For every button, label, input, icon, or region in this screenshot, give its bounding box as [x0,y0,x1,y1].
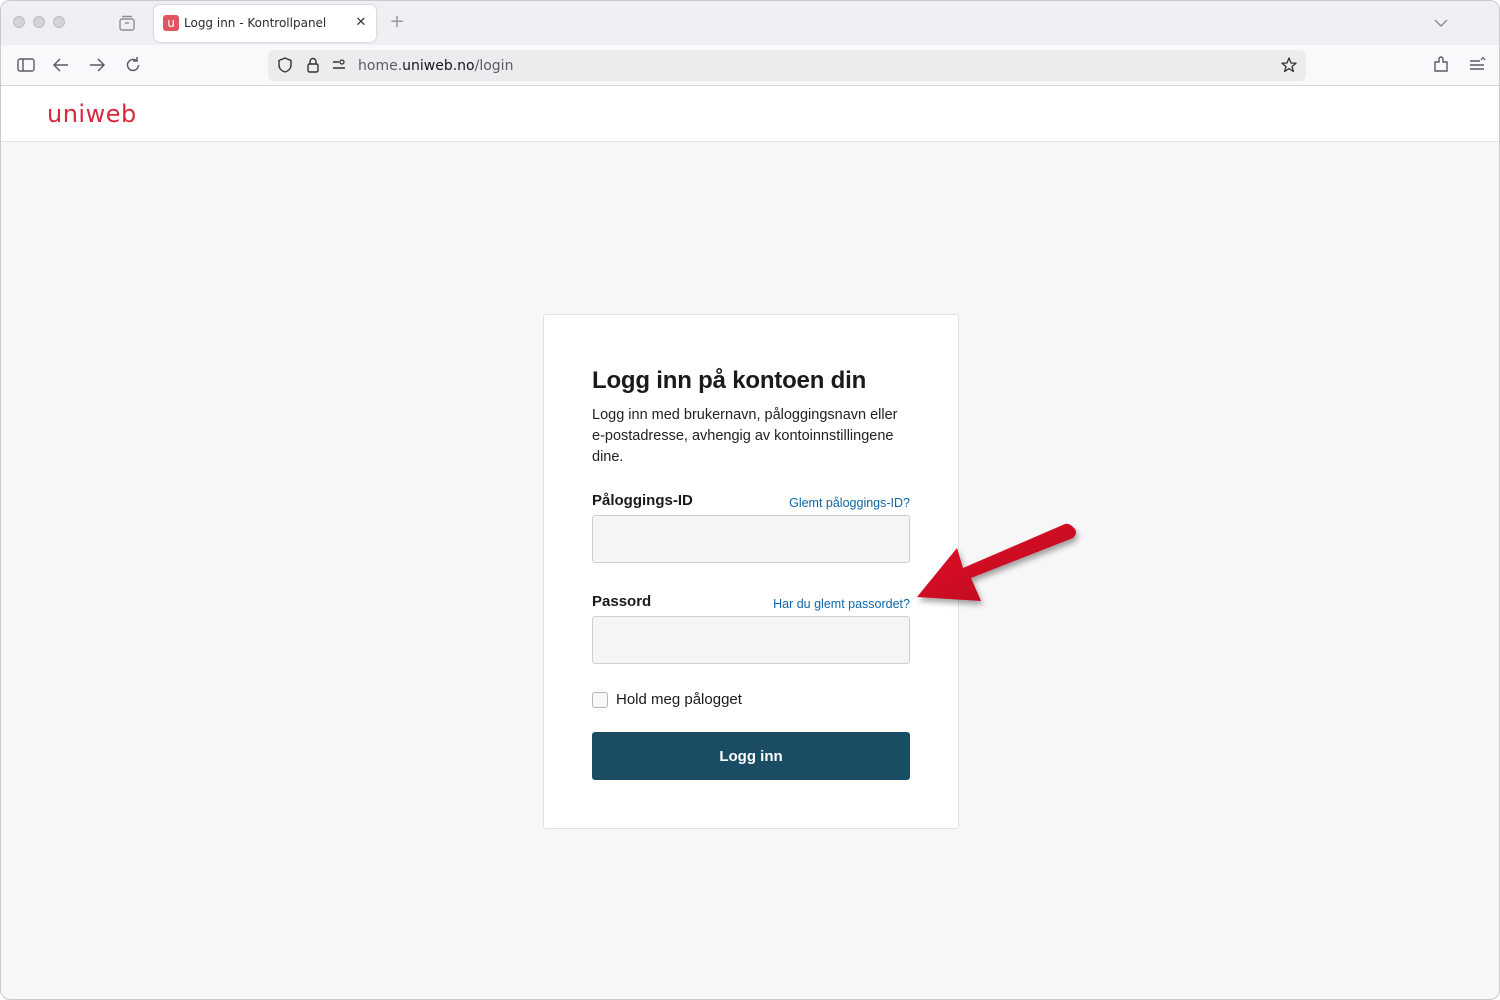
active-tab[interactable]: u Logg inn - Kontrollpanel ✕ [154,5,376,42]
bookmark-star-icon[interactable] [1280,56,1298,74]
zoom-window-button[interactable] [53,16,65,28]
remember-me-checkbox[interactable] [592,692,608,708]
shield-icon[interactable] [276,56,294,74]
uniweb-logo[interactable]: uniweb [47,100,167,128]
extensions-icon[interactable] [1430,54,1452,76]
url-text[interactable]: home.uniweb.no/login [358,58,513,74]
username-label: Påloggings-ID [592,492,693,509]
page-permissions-icon[interactable] [330,56,348,74]
address-bar[interactable]: home.uniweb.no/login [268,50,1306,81]
forgot-password-link[interactable]: Har du glemt passordet? [773,597,910,611]
new-tab-button[interactable]: + [387,12,407,32]
login-intro-text: Logg inn med brukernavn, påloggingsnavn … [592,407,898,465]
reload-icon[interactable] [122,54,144,76]
login-title: Logg inn på kontoen din [592,367,867,394]
password-label: Passord [592,593,652,610]
tab-groups-icon[interactable] [117,13,137,33]
url-prefix: home. [358,58,403,74]
login-button[interactable]: Logg inn [592,732,910,780]
remember-me-label[interactable]: Hold meg pålogget [616,691,742,708]
sidebar-toggle-icon[interactable] [15,54,37,76]
site-header: uniweb [1,86,1499,142]
login-card: Logg inn på kontoen din Logg inn med bru… [543,314,959,829]
tab-title: Logg inn - Kontrollpanel [184,16,327,30]
forward-arrow-icon[interactable] [86,54,108,76]
uniweb-favicon-icon: u [163,15,179,31]
lock-icon[interactable] [304,56,322,74]
logo-text: uniweb [47,100,137,128]
url-path: /login [474,58,514,74]
close-window-button[interactable] [13,16,25,28]
app-menu-icon[interactable] [1466,54,1488,76]
annotation-arrow [917,523,1076,601]
url-host: uniweb.no [402,58,475,74]
forgot-username-link[interactable]: Glemt påloggings-ID? [789,496,910,510]
close-tab-icon[interactable]: ✕ [352,13,370,31]
back-arrow-icon[interactable] [50,54,72,76]
navigation-bar: home.uniweb.no/login [1,45,1499,86]
chevron-down-icon[interactable] [1431,13,1451,33]
minimize-window-button[interactable] [33,16,45,28]
password-input[interactable] [592,616,910,664]
browser-window: u Logg inn - Kontrollpanel ✕ + home.uniw… [0,0,1500,1000]
tab-strip: u Logg inn - Kontrollpanel ✕ + [1,1,1499,45]
username-input[interactable] [592,515,910,563]
